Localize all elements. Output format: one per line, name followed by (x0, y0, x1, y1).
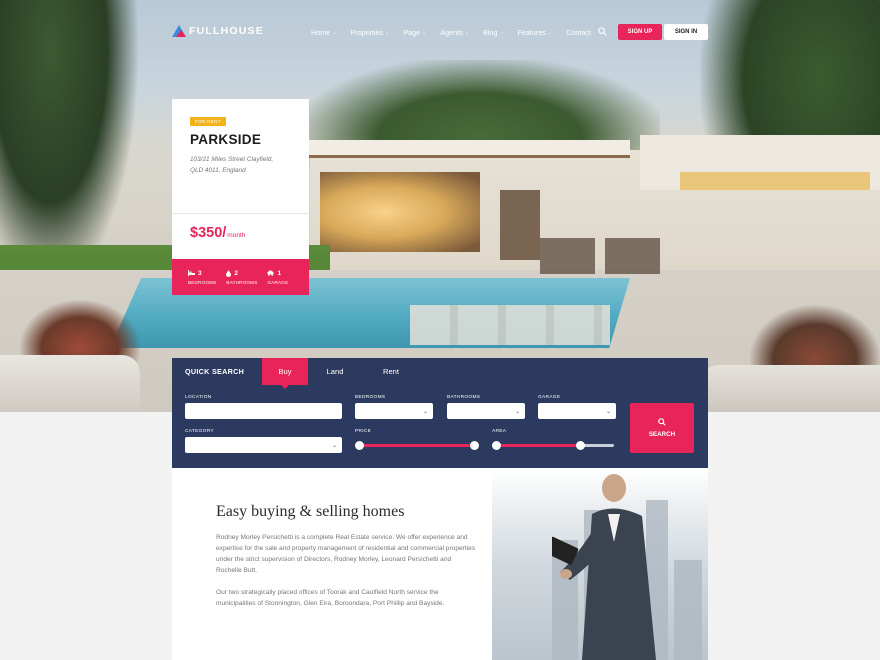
businessman-with-tablet-image (552, 474, 656, 660)
nav-item-agents[interactable]: Agents ⌄ (440, 28, 469, 37)
status-badge: FOR RENT (190, 117, 226, 126)
top-navigation: FULLHOUSE Home ⌄ Properties ⌄ Page ⌄ Agents… (0, 0, 880, 64)
property-price: $350/ month (190, 225, 245, 241)
bathrooms-select[interactable]: ⌄ (447, 403, 525, 419)
chevron-down-icon: ⌄ (605, 409, 611, 415)
quick-search-panel: QUICK SEARCH Buy Land Rent LOCATION BEDR… (172, 358, 708, 468)
featured-property-card[interactable]: FOR RENT PARKSIDE 103/21 Miles Street Cl… (172, 99, 309, 295)
price-amount: $350/ (190, 225, 227, 241)
house-roof (300, 140, 630, 158)
sign-up-button[interactable]: SIGN UP (618, 24, 662, 40)
chevron-down-icon: ⌄ (332, 29, 337, 36)
nav-label: Features (517, 28, 546, 37)
tab-rent[interactable]: Rent (368, 358, 414, 385)
bathrooms-count: 2 (234, 269, 239, 277)
location-input[interactable] (185, 403, 342, 419)
nav-label: Contact (566, 28, 591, 37)
nav-label: Page (403, 28, 421, 37)
chevron-down-icon: ⌄ (499, 29, 504, 36)
chevron-down-icon: ⌄ (331, 443, 337, 449)
nav-item-properties[interactable]: Properties ⌄ (350, 28, 389, 37)
quick-search-title: QUICK SEARCH (185, 367, 245, 376)
bedrooms-count: 3 (198, 269, 202, 277)
intro-paragraph-1: Rodney Morley Persichetti is a complete … (216, 534, 476, 574)
pool-steps (410, 305, 610, 345)
bathrooms-label: BATHROOMS (226, 279, 258, 285)
living-room-window (320, 172, 480, 252)
search-icon (658, 418, 666, 426)
logo[interactable]: FULLHOUSE (172, 25, 264, 37)
bed-icon (188, 270, 195, 276)
water-drop-icon (226, 269, 232, 277)
bedrooms-select[interactable]: ⌄ (355, 403, 433, 419)
property-address: 103/21 Miles Street Clayfield, QLD 4011,… (190, 154, 300, 176)
tab-buy[interactable]: Buy (262, 358, 308, 389)
bedrooms-label: BEDROOMS (188, 279, 217, 285)
house-windows (680, 172, 870, 190)
area-min-handle[interactable] (492, 441, 501, 450)
nav-label: Properties (350, 28, 384, 37)
chevron-down-icon: ⌄ (422, 409, 428, 415)
category-label: CATEGORY (185, 429, 214, 434)
bathrooms-select-label: BATHROOMS (447, 395, 481, 400)
sun-loungers (540, 238, 660, 274)
search-button[interactable]: SEARCH (630, 403, 694, 453)
feature-bathrooms: 2 BATHROOMS (226, 269, 258, 285)
tab-land[interactable]: Land (312, 358, 358, 385)
garage-select[interactable]: ⌄ (538, 403, 616, 419)
price-range-slider[interactable] (359, 444, 475, 447)
sofa-left (0, 355, 140, 412)
building (674, 560, 702, 660)
garage-label: GARAGE (267, 279, 289, 285)
nav-item-features[interactable]: Features ⌄ (518, 28, 553, 37)
intro-paragraph-2: Our two strategically placed offices of … (216, 589, 445, 607)
divider (172, 213, 309, 214)
address-line-2: QLD 4011, England (190, 167, 246, 174)
chevron-down-icon: ⌄ (385, 29, 390, 36)
main-menu: Home ⌄ Properties ⌄ Page ⌄ Agents ⌄ Blog ⌄ Fe… (311, 28, 605, 37)
property-title[interactable]: PARKSIDE (190, 132, 261, 147)
logo-text: FULLHOUSE (189, 25, 264, 37)
house-logo-icon (172, 25, 186, 37)
quick-search-header: QUICK SEARCH Buy Land Rent (172, 358, 708, 389)
nav-label: Blog (482, 28, 498, 37)
chevron-down-icon: ⌄ (464, 29, 469, 36)
nav-item-home[interactable]: Home ⌄ (311, 28, 336, 37)
garage-count: 1 (277, 269, 282, 277)
intro-section: Easy buying & selling homes Rodney Morle… (172, 468, 708, 660)
nav-label: Agents (440, 28, 463, 37)
search-icon[interactable] (598, 27, 607, 36)
chevron-down-icon: ⌄ (422, 29, 427, 36)
chevron-down-icon: ⌄ (547, 29, 553, 36)
price-max-handle[interactable] (470, 441, 479, 450)
feature-bedrooms: 3 BEDROOMS (188, 270, 216, 285)
area-label: AREA (492, 429, 507, 434)
house-door (500, 190, 540, 260)
garage-select-label: GARAGE (538, 395, 561, 400)
address-line-1: 103/21 Miles Street Clayfield, (190, 156, 274, 163)
car-icon (267, 270, 274, 276)
location-label: LOCATION (185, 395, 212, 400)
sofa-right (700, 365, 880, 412)
price-min-handle[interactable] (355, 441, 364, 450)
nav-item-blog[interactable]: Blog ⌄ (483, 28, 504, 37)
price-label: PRICE (355, 429, 372, 434)
area-max-handle[interactable] (576, 441, 585, 450)
sign-in-button[interactable]: SIGN IN (664, 24, 708, 40)
nav-item-page[interactable]: Page ⌄ (403, 28, 426, 37)
nav-label: Home (311, 28, 331, 37)
bedrooms-select-label: BEDROOMS (355, 395, 386, 400)
category-select[interactable]: ⌄ (185, 437, 342, 453)
nav-item-contact[interactable]: Contact (566, 28, 591, 37)
search-button-label: SEARCH (648, 431, 676, 438)
chevron-down-icon: ⌄ (514, 409, 520, 415)
area-range-slider[interactable] (496, 444, 580, 447)
price-unit: month (227, 232, 246, 239)
intro-heading: Easy buying & selling homes (216, 503, 405, 520)
feature-garage: 1 GARAGE (267, 270, 288, 285)
property-features: 3 BEDROOMS 2 BATHROOMS 1 GARAGE (172, 259, 309, 295)
